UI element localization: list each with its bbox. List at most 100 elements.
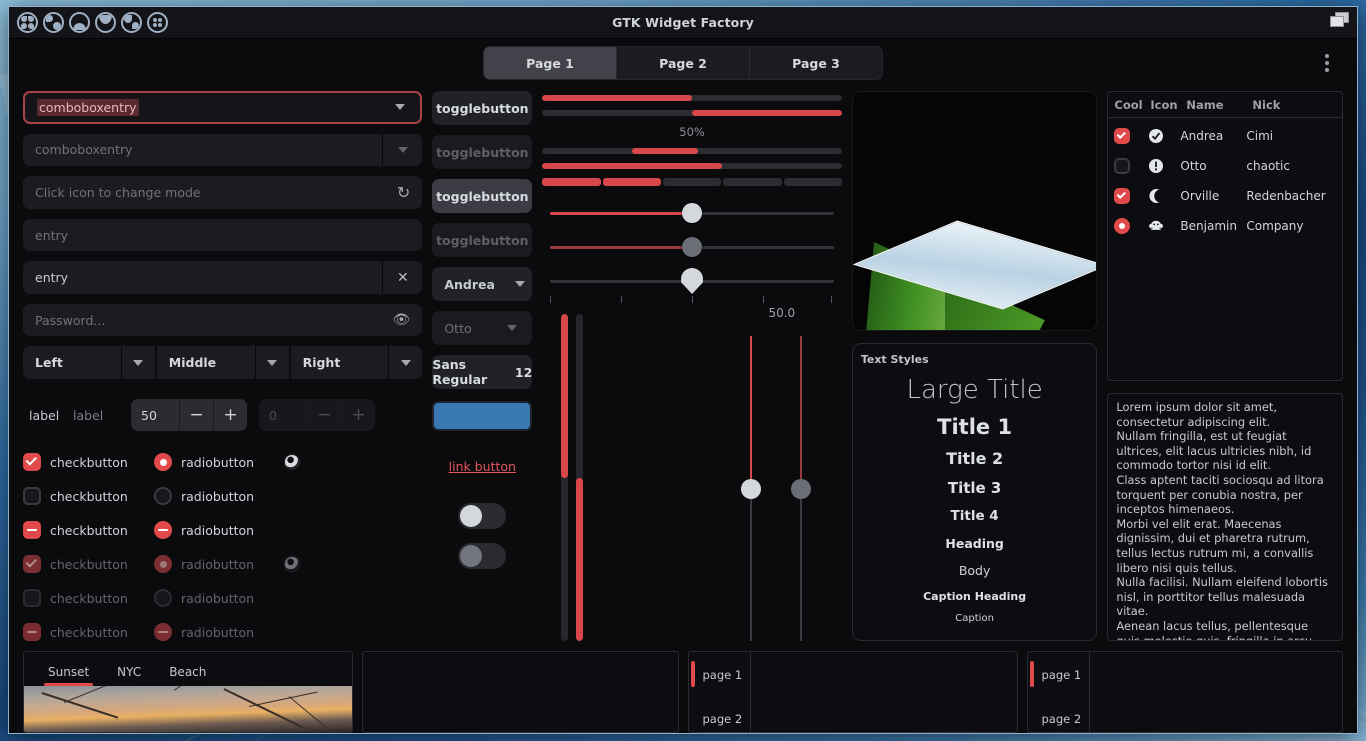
eye-peek-icon[interactable]: 👁 — [393, 312, 411, 328]
checkbox-icon[interactable] — [23, 453, 41, 471]
checkbutton-label: checkbutton — [50, 590, 128, 606]
radio-icon[interactable] — [1114, 218, 1131, 234]
row-cool-cell[interactable] — [1108, 158, 1144, 174]
radio-icon[interactable] — [154, 487, 172, 505]
checkbox-icon[interactable] — [23, 487, 41, 505]
tab-page-2[interactable]: Page 2 — [617, 47, 750, 79]
color-button-wrap — [432, 399, 533, 433]
checkbutton-label: checkbutton — [50, 454, 128, 470]
table-row[interactable]: Benjamin Company — [1108, 214, 1342, 238]
vertical-dots-menu-icon[interactable] — [1321, 50, 1333, 76]
icon-mode-entry[interactable]: Click icon to change mode ↻ — [23, 176, 423, 209]
style-large-title: Large Title — [906, 375, 1043, 405]
buttons-column: togglebutton togglebutton togglebutton t… — [432, 87, 533, 641]
spinbutton-value[interactable]: 50 — [131, 399, 179, 431]
treeview-header: Cool Icon Name Nick — [1108, 92, 1342, 118]
row-cool-cell[interactable] — [1108, 218, 1144, 234]
textview[interactable]: Lorem ipsum dolor sit amet, consectetur … — [1107, 393, 1343, 641]
combobox-entry-disabled-text: comboboxentry — [35, 142, 133, 158]
checkbutton-indeterminate[interactable]: checkbutton — [23, 521, 145, 539]
style-title-3: Title 3 — [947, 479, 1002, 497]
radiobutton-indeterminate[interactable]: radiobutton — [154, 521, 276, 539]
hscale-tick-marks — [550, 296, 834, 306]
togglebutton-3-active[interactable]: togglebutton — [432, 179, 533, 213]
combo-middle-label: Middle — [168, 355, 217, 371]
chevron-down-icon[interactable] — [507, 267, 532, 301]
chevron-down-icon[interactable] — [120, 346, 155, 379]
column-header-cool[interactable]: Cool — [1108, 98, 1144, 112]
vtab-page-1[interactable]: page 1 — [689, 661, 750, 687]
password-entry[interactable]: Password... 👁 — [23, 303, 423, 337]
checkbox-icon[interactable] — [23, 521, 41, 539]
chevron-down-icon[interactable] — [380, 104, 420, 111]
table-row[interactable]: Orville Redenbacher — [1108, 184, 1342, 208]
refresh-icon[interactable]: ↻ — [397, 183, 410, 202]
vtab-page-2[interactable]: page 2 — [689, 712, 750, 726]
titlebar: GTK Widget Factory — [9, 7, 1357, 39]
spinbutton[interactable]: 50 − + — [131, 399, 247, 431]
table-row[interactable]: Otto chaotic — [1108, 154, 1342, 178]
checkbox-icon[interactable] — [1114, 188, 1131, 204]
radio-icon[interactable] — [154, 521, 172, 539]
vtab-page-2[interactable]: page 2 — [1028, 712, 1089, 726]
textview-paragraph: Class aptent taciti sociosqu ad litora t… — [1116, 472, 1324, 517]
combobox-entry-disabled[interactable]: comboboxentry — [23, 133, 423, 167]
row-name: Orville — [1180, 189, 1220, 203]
row-name: Andrea — [1180, 129, 1224, 143]
checkbox-icon — [23, 589, 41, 607]
checkbox-icon[interactable] — [1114, 158, 1131, 174]
hscale-3-with-marks[interactable] — [550, 268, 834, 294]
vscale-1[interactable] — [740, 336, 762, 641]
font-button[interactable]: Sans Regular 12 — [432, 355, 533, 389]
chevron-down-icon[interactable] — [382, 133, 422, 167]
row-name: Otto — [1180, 159, 1207, 173]
tab-beach[interactable]: Beach — [169, 665, 206, 686]
radiobutton-checked[interactable]: radiobutton — [154, 453, 276, 471]
vtab-page-1[interactable]: page 1 — [1028, 661, 1089, 687]
radiobutton-unchecked[interactable]: radiobutton — [154, 487, 276, 505]
tab-page-1[interactable]: Page 1 — [484, 47, 617, 79]
combo-name[interactable]: Andrea — [432, 267, 533, 301]
column-header-nick[interactable]: Nick — [1246, 98, 1342, 112]
tab-sunset[interactable]: Sunset — [43, 665, 94, 686]
switch-on[interactable] — [458, 503, 507, 529]
clear-entry[interactable]: entry ✕ — [23, 261, 423, 294]
table-row[interactable]: Andrea Cimi — [1108, 124, 1342, 148]
togglebutton-1[interactable]: togglebutton — [432, 91, 533, 125]
progressbar-2-inverted — [542, 110, 842, 116]
row-nick: Company — [1246, 219, 1304, 233]
color-button[interactable] — [432, 401, 533, 431]
plain-entry[interactable]: entry — [23, 218, 423, 252]
combo-middle[interactable]: Middle — [156, 346, 289, 379]
checkbutton-unchecked[interactable]: checkbutton — [23, 487, 145, 505]
hscale-1[interactable] — [550, 202, 834, 224]
combobox-entry-focused[interactable]: comboboxentry — [23, 91, 423, 124]
restore-window-icon[interactable] — [1327, 12, 1349, 32]
row-nick: Redenbacher — [1246, 189, 1326, 203]
clear-x-icon[interactable]: ✕ — [382, 261, 422, 294]
combo-left[interactable]: Left — [23, 346, 155, 379]
tab-nyc[interactable]: NYC — [117, 665, 141, 686]
treeview[interactable]: Cool Icon Name Nick Andrea Cimi Otto cha… — [1107, 91, 1343, 381]
combo-name-disabled: Otto — [432, 311, 533, 345]
check-radio-row: checkbutton radiobutton — [23, 521, 422, 539]
main-content: comboboxentry comboboxentry Click icon t… — [9, 87, 1357, 641]
combo-name-disabled-label: Otto — [444, 320, 472, 336]
checkbox-icon[interactable] — [1114, 128, 1131, 144]
tab-page-3[interactable]: Page 3 — [750, 47, 882, 79]
chevron-down-icon[interactable] — [388, 346, 422, 379]
combo-right[interactable]: Right — [290, 346, 423, 379]
link-button[interactable]: link button — [449, 459, 516, 474]
checkbutton-checked[interactable]: checkbutton — [23, 453, 145, 471]
row-cool-cell[interactable] — [1108, 188, 1144, 204]
row-cool-cell[interactable] — [1108, 128, 1144, 144]
chevron-down-icon[interactable] — [254, 346, 289, 379]
column-header-name[interactable]: Name — [1180, 98, 1246, 112]
column-header-icon[interactable]: Icon — [1144, 98, 1180, 112]
radio-icon[interactable] — [154, 453, 172, 471]
gl-area[interactable] — [851, 91, 1098, 331]
row-icon-cell — [1144, 158, 1180, 174]
spinbutton-plus[interactable]: + — [213, 399, 247, 431]
spinbutton-minus[interactable]: − — [179, 399, 213, 431]
font-button-size: 12 — [514, 364, 533, 380]
